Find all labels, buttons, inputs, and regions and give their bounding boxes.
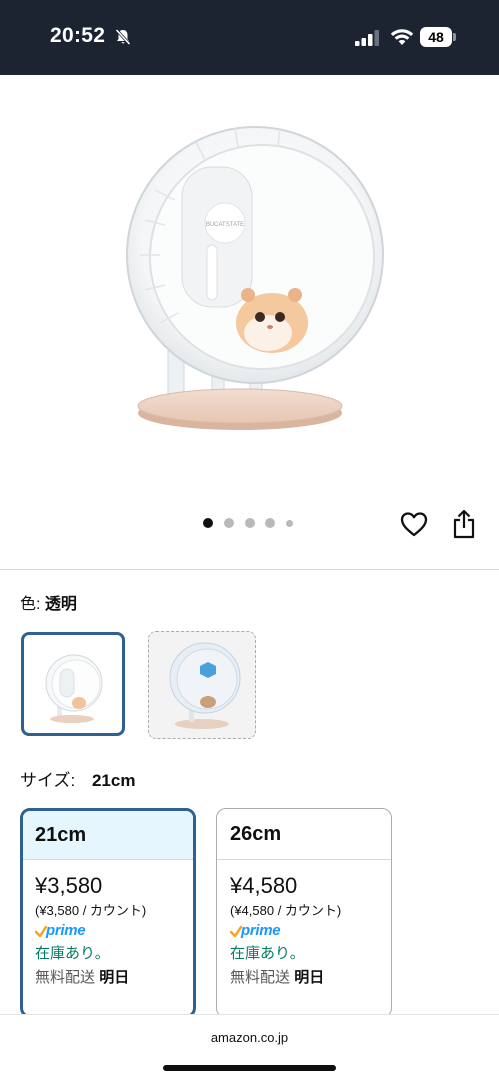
signal-icon	[355, 30, 379, 46]
battery-level: 48	[420, 27, 452, 47]
browser-bottom-bar: amazon.co.jp	[0, 1014, 499, 1081]
color-swatch-blue[interactable]	[148, 631, 256, 739]
size-option-name: 21cm	[23, 811, 193, 860]
delivery-prefix: 無料配送	[230, 969, 291, 986]
carousel-dot[interactable]	[245, 518, 255, 528]
bell-slash-icon	[115, 28, 131, 46]
carousel-dot[interactable]	[203, 518, 213, 528]
svg-text:BUCATSTATE: BUCATSTATE	[206, 222, 244, 228]
status-time: 20:52	[50, 24, 106, 47]
size-option-delivery: 無料配送 明日	[230, 968, 391, 988]
size-option-price: ¥4,580	[230, 873, 298, 898]
size-option-26cm[interactable]: 26cm ¥4,580 (¥4,580 / カウント) prime 在庫あり。 …	[216, 808, 392, 1018]
size-option-delivery: 無料配送 明日	[35, 968, 193, 988]
size-option-price: ¥3,580	[35, 873, 103, 898]
prime-badge: prime	[35, 922, 193, 941]
delivery-prefix: 無料配送	[35, 969, 96, 986]
battery-icon: 48	[420, 27, 458, 47]
size-option-stock: 在庫あり。	[230, 945, 305, 962]
size-option-21cm[interactable]: 21cm ¥3,580 (¥3,580 / カウント) prime 在庫あり。 …	[20, 808, 196, 1018]
product-image[interactable]: BUCATSTATE	[100, 95, 400, 475]
swatch-thumbnail-blue	[149, 632, 254, 737]
home-indicator[interactable]	[163, 1065, 336, 1071]
prime-label: prime	[241, 922, 281, 939]
prime-label: prime	[46, 922, 86, 939]
url-text[interactable]: amazon.co.jp	[0, 1030, 499, 1045]
size-label: サイズ: 21cm	[20, 766, 135, 791]
status-bar: 20:52 48	[0, 0, 499, 75]
size-option-unit-price: (¥4,580 / カウント)	[230, 903, 342, 918]
delivery-day: 明日	[99, 969, 130, 986]
size-selected-value: 21cm	[91, 771, 136, 790]
carousel-dot[interactable]	[286, 519, 293, 527]
wifi-icon	[390, 29, 414, 45]
swatch-thumbnail-clear	[45, 654, 103, 723]
size-option-stock: 在庫あり。	[35, 945, 110, 962]
heart-icon[interactable]	[400, 511, 428, 537]
section-divider	[0, 569, 499, 570]
prime-badge: prime	[230, 922, 391, 941]
color-label: 色: 透明	[20, 590, 77, 614]
delivery-day: 明日	[294, 969, 325, 986]
share-icon[interactable]	[452, 509, 476, 539]
color-label-text: 色:	[20, 596, 41, 613]
size-label-text: サイズ:	[20, 771, 76, 790]
carousel-dot[interactable]	[265, 518, 275, 528]
color-selected-value: 透明	[44, 596, 77, 613]
size-option-name: 26cm	[217, 809, 391, 860]
color-swatch-clear[interactable]	[21, 632, 125, 736]
size-option-unit-price: (¥3,580 / カウント)	[35, 903, 147, 918]
carousel-dot[interactable]	[224, 518, 234, 528]
